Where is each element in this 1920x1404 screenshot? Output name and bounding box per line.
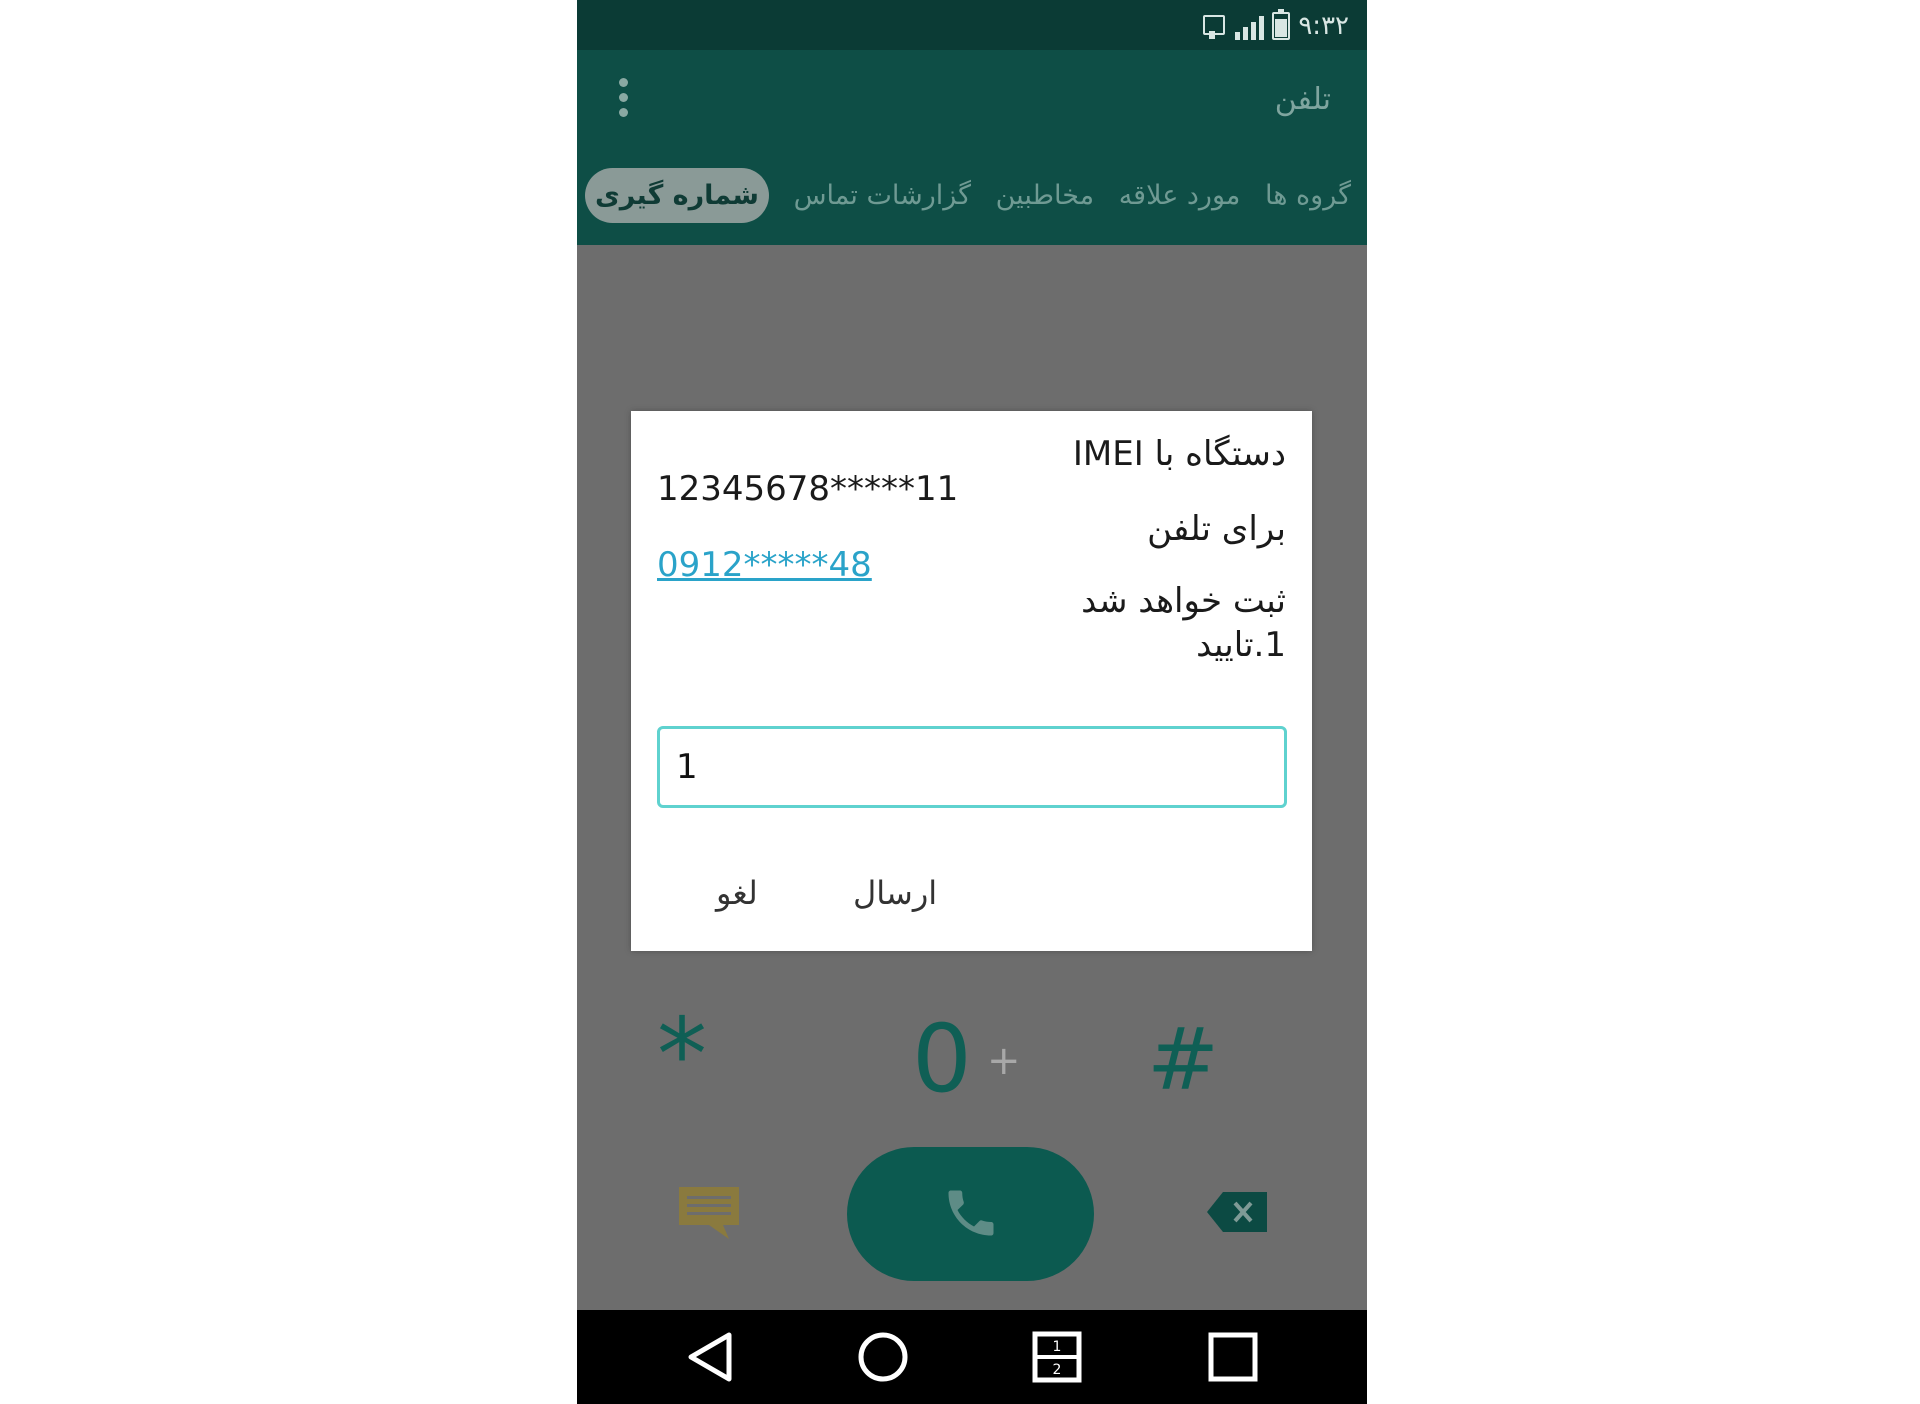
tab-call-logs[interactable]: گزارشات تماس xyxy=(794,180,971,211)
dialpad-key-hash[interactable]: # xyxy=(1147,1010,1219,1110)
signal-icon xyxy=(1235,12,1265,40)
dialpad-key-plus-hint: + xyxy=(987,1038,1021,1084)
dialpad-key-star[interactable]: * xyxy=(657,1005,707,1105)
tab-favorites[interactable]: مورد علاقه xyxy=(1119,180,1241,211)
dual-window-icon[interactable]: 1 2 xyxy=(1032,1331,1082,1383)
svg-text:2: 2 xyxy=(1053,1362,1062,1378)
phone-call-icon xyxy=(948,1190,994,1236)
navigation-bar: 1 2 xyxy=(577,1310,1367,1404)
phone-number-link[interactable]: 0912*****48 xyxy=(657,545,872,585)
message-icon[interactable] xyxy=(677,1185,741,1245)
back-icon[interactable] xyxy=(685,1331,735,1383)
send-button[interactable]: ارسال xyxy=(853,874,937,912)
backspace-icon[interactable] xyxy=(1207,1192,1267,1236)
dialog-text-line4: 1.تایید xyxy=(1196,625,1286,665)
tab-groups[interactable]: گروه ها xyxy=(1265,180,1351,211)
app-title: تلفن xyxy=(1274,82,1331,117)
more-options-icon[interactable] xyxy=(617,78,631,124)
app-bar: تلفن گروه ها مورد علاقه مخاطبین گزارشات … xyxy=(577,50,1367,245)
home-icon[interactable] xyxy=(857,1331,909,1383)
phone-screen: ۹:۳۲ تلفن گروه ها مورد علاقه مخاطبین گزا… xyxy=(577,0,1367,1404)
tab-bar: گروه ها مورد علاقه مخاطبین گزارشات تماس … xyxy=(577,160,1367,230)
ussd-dialog: دستگاه با IMEI 12345678*****11 برای تلفن… xyxy=(631,411,1312,951)
dialog-text-line3: ثبت خواهد شد xyxy=(1081,581,1286,621)
sim-icon xyxy=(1201,13,1227,39)
tab-contacts[interactable]: مخاطبین xyxy=(996,180,1094,211)
ussd-reply-input[interactable]: 1 xyxy=(657,726,1287,808)
dialog-text-line1: دستگاه با IMEI xyxy=(1072,434,1286,474)
call-button[interactable] xyxy=(847,1147,1094,1281)
dialog-text-line2: برای تلفن xyxy=(1147,509,1286,549)
recent-apps-icon[interactable] xyxy=(1207,1331,1259,1383)
battery-icon xyxy=(1272,9,1291,40)
cancel-button[interactable]: لغو xyxy=(716,874,758,912)
status-bar: ۹:۳۲ xyxy=(577,0,1367,50)
status-time: ۹:۳۲ xyxy=(1298,11,1349,41)
imei-value: 12345678*****11 xyxy=(657,469,959,509)
dialpad-key-zero[interactable]: 0 xyxy=(912,1010,972,1110)
svg-text:1: 1 xyxy=(1053,1339,1062,1355)
tab-dialpad[interactable]: شماره گیری xyxy=(585,167,769,223)
